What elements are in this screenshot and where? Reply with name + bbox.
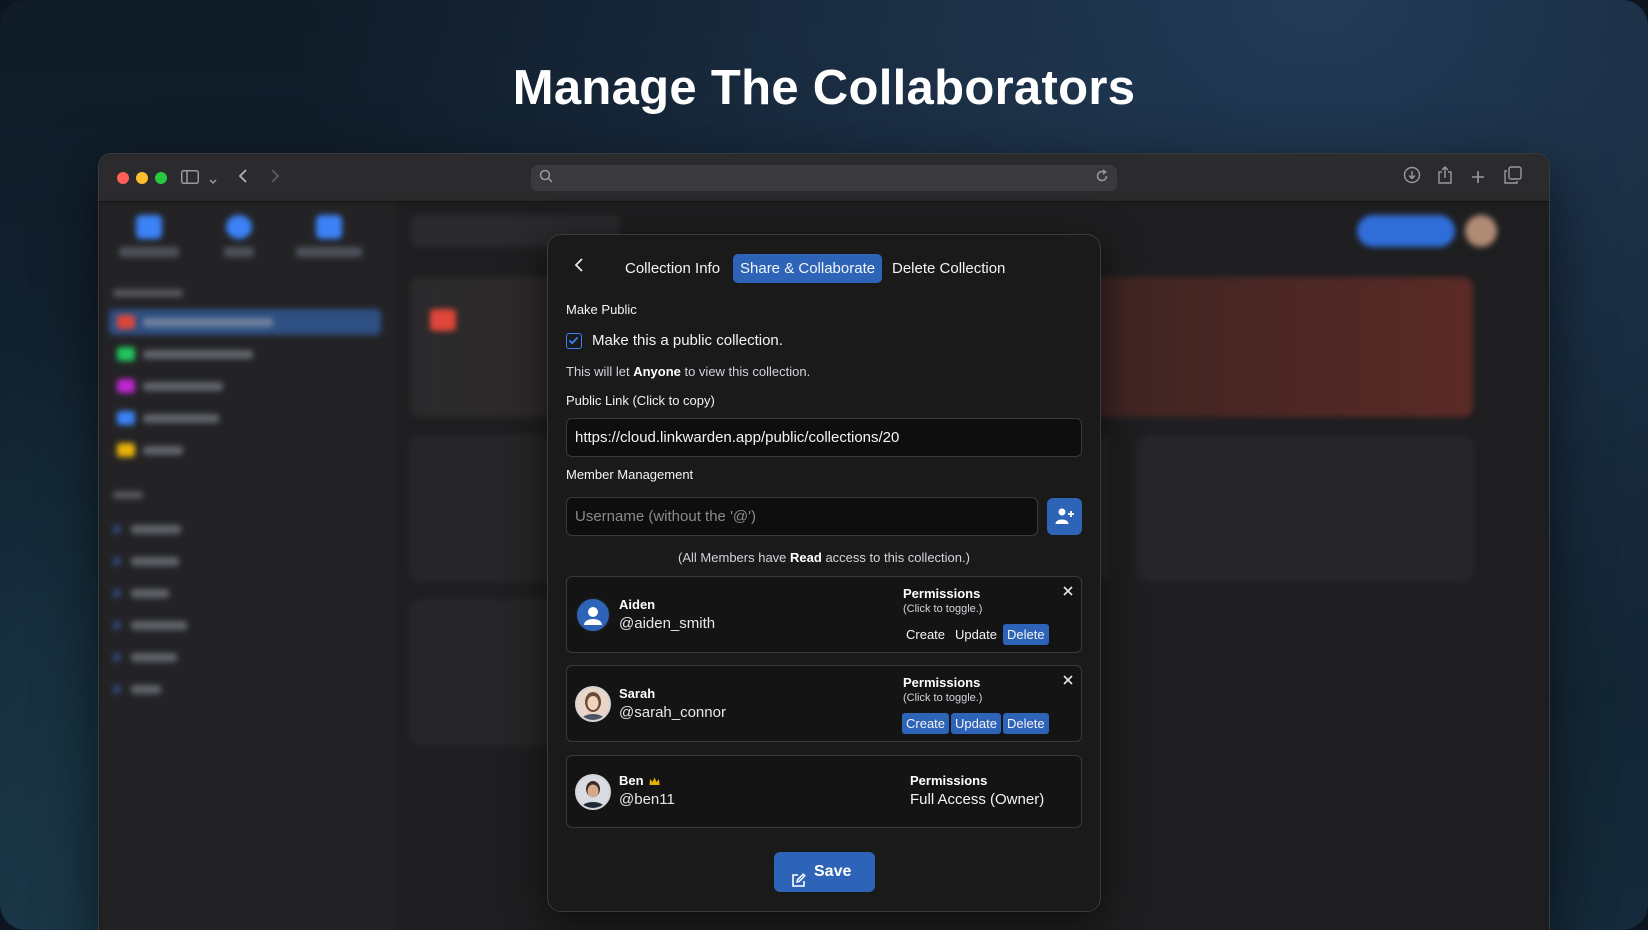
member-management-label: Member Management (566, 467, 694, 482)
sidebar-toggle-icon[interactable] (181, 166, 199, 190)
sidebar: # # # # # # (99, 203, 394, 930)
sidebar-tag: # (113, 521, 181, 537)
tabs-overview-icon[interactable] (1504, 166, 1522, 190)
back-arrow-icon[interactable] (574, 257, 584, 278)
sidebar-tab-collections (289, 215, 369, 257)
sidebar-tag: # (113, 617, 187, 633)
sidebar-item-collection (109, 405, 381, 431)
save-button[interactable]: Save (774, 852, 875, 892)
back-icon[interactable] (237, 166, 249, 190)
tab-share-collaborate[interactable]: Share & Collaborate (733, 254, 883, 283)
member-username: @aiden_smith (619, 615, 716, 632)
sidebar-tab-dashboard (109, 215, 189, 257)
sidebar-item-collection (109, 373, 381, 399)
forward-icon[interactable] (269, 166, 281, 190)
sidebar-item-collection (109, 437, 381, 463)
add-member-button[interactable] (1047, 498, 1082, 535)
permission-create-toggle[interactable]: Create (902, 624, 949, 645)
public-checkbox-label[interactable]: Make this a public collection. (592, 332, 783, 349)
sidebar-item-collection (109, 341, 381, 367)
tab-delete-collection[interactable]: Delete Collection (885, 254, 1012, 283)
address-bar[interactable] (531, 165, 1117, 191)
permissions-hint: (Click to toggle.) (903, 603, 983, 615)
share-icon[interactable] (1437, 166, 1453, 190)
public-checkbox[interactable] (566, 333, 582, 349)
download-icon[interactable] (1403, 166, 1421, 190)
remove-member-icon[interactable] (1063, 583, 1073, 600)
permission-update-toggle[interactable]: Update (951, 713, 1001, 734)
stage-background: Manage The Collaborators # # # # # # Col… (0, 0, 1648, 930)
user-avatar (1465, 215, 1497, 247)
sidebar-tab-links (199, 215, 279, 257)
permission-update-toggle[interactable]: Update (951, 624, 1001, 645)
reload-icon[interactable] (1095, 169, 1109, 188)
new-link-button (1357, 215, 1455, 247)
sidebar-item-collection (109, 309, 381, 335)
avatar (575, 774, 611, 810)
sidebar-tag: # (113, 585, 169, 601)
browser-toolbar (99, 154, 1549, 202)
minimize-window-button[interactable] (136, 172, 148, 184)
username-input[interactable] (566, 497, 1038, 536)
tab-collection-info[interactable]: Collection Info (618, 254, 727, 283)
edit-icon (791, 864, 806, 904)
permissions-title: Permissions (903, 586, 981, 601)
search-icon (539, 169, 553, 188)
sidebar-section-tags (113, 491, 143, 499)
owner-username: @ben11 (619, 791, 675, 808)
public-note: This will let Anyone to view this collec… (566, 364, 811, 379)
remove-member-icon[interactable] (1063, 672, 1073, 689)
permission-delete-toggle[interactable]: Delete (1003, 624, 1049, 645)
save-button-label: Save (814, 863, 852, 880)
member-username: @sarah_connor (619, 704, 726, 721)
zoom-window-button[interactable] (155, 172, 167, 184)
member-name: Sarah (619, 686, 656, 701)
members-access-note: (All Members have Read access to this co… (678, 550, 970, 565)
owner-permissions-value: Full Access (Owner) (910, 791, 1045, 808)
permission-delete-toggle[interactable]: Delete (1003, 713, 1049, 734)
permissions-hint: (Click to toggle.) (903, 692, 983, 704)
sidebar-tag: # (113, 681, 161, 697)
collection-modal: Collection Info Share & Collaborate Dele… (547, 234, 1101, 912)
owner-row: Ben @ben11 Permissions Full Access (Owne… (566, 755, 1082, 828)
sidebar-tag: # (113, 649, 177, 665)
permissions-title: Permissions (903, 675, 981, 690)
make-public-label: Make Public (566, 302, 637, 317)
page-headline: Manage The Collaborators (512, 61, 1136, 115)
owner-permissions-title: Permissions (910, 773, 988, 788)
add-user-icon (1055, 508, 1074, 524)
chevron-down-icon[interactable] (208, 168, 218, 192)
link-card (1138, 436, 1473, 581)
new-tab-icon[interactable] (1471, 166, 1485, 190)
member-name: Aiden (619, 597, 656, 612)
close-window-button[interactable] (117, 172, 129, 184)
crown-icon (649, 774, 660, 789)
permission-create-toggle[interactable]: Create (902, 713, 950, 734)
folder-icon (430, 309, 456, 331)
sidebar-tag: # (113, 553, 179, 569)
avatar (575, 597, 611, 633)
public-link-label: Public Link (Click to copy) (566, 393, 715, 408)
avatar (575, 686, 611, 722)
member-row: Aiden @aiden_smith Permissions (Click to… (566, 576, 1082, 653)
sidebar-section-collections (113, 289, 183, 297)
public-link-field[interactable]: https://cloud.linkwarden.app/public/coll… (566, 418, 1082, 457)
member-row: Sarah @sarah_connor Permissions (Click t… (566, 665, 1082, 742)
owner-name: Ben (619, 773, 660, 789)
